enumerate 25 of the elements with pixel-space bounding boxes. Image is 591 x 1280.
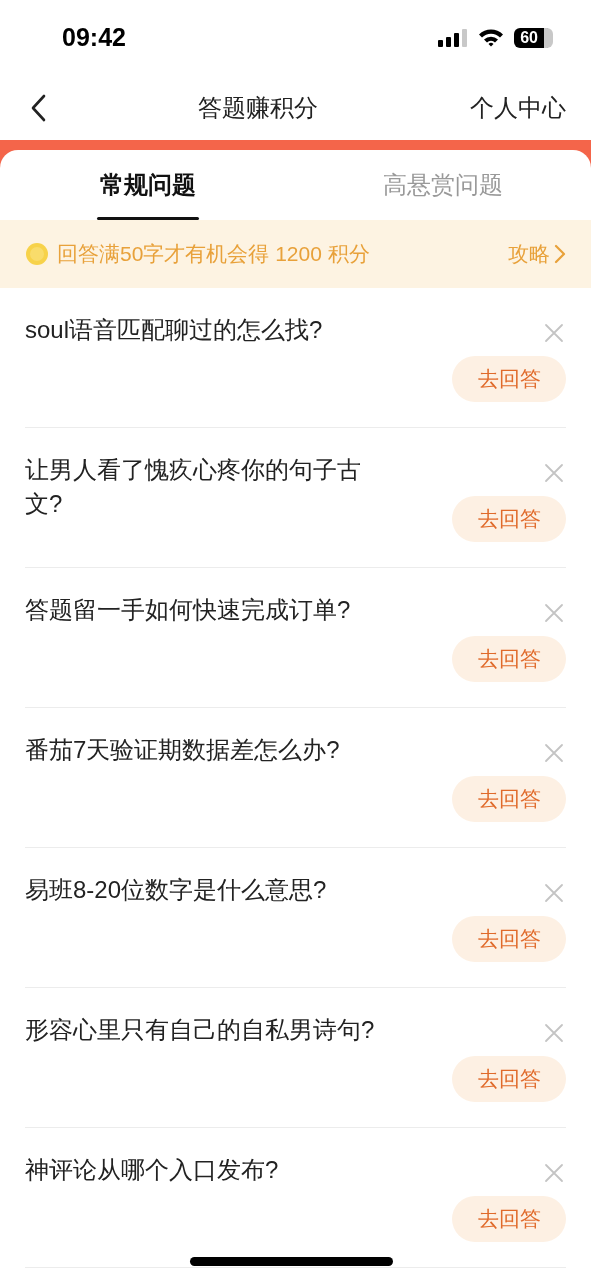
question-text[interactable]: 让男人看了愧疚心疼你的句子古文? xyxy=(25,453,387,521)
question-text[interactable]: 番茄7天验证期数据差怎么办? xyxy=(25,733,387,767)
question-text[interactable]: 形容心里只有自己的自私男诗句? xyxy=(25,1013,387,1047)
close-icon[interactable] xyxy=(544,1023,564,1043)
signal-icon xyxy=(438,28,469,47)
coin-icon xyxy=(25,242,49,266)
question-text[interactable]: soul语音匹配聊过的怎么找? xyxy=(25,313,387,347)
close-icon[interactable] xyxy=(544,743,564,763)
wifi-icon xyxy=(478,28,505,47)
profile-link[interactable]: 个人中心 xyxy=(470,91,566,124)
notice-text: 回答满50字才有机会得 1200 积分 xyxy=(57,241,371,267)
close-icon[interactable] xyxy=(544,883,564,903)
chevron-icon xyxy=(554,244,566,264)
question-text[interactable]: 神评论从哪个入口发布? xyxy=(25,1153,387,1187)
question-text[interactable]: 答题留一手如何快速完成订单? xyxy=(25,593,387,627)
tab[interactable]: 常规问题 xyxy=(0,150,296,220)
close-icon[interactable] xyxy=(544,603,564,623)
back-icon[interactable] xyxy=(30,93,46,122)
page-title: 答题赚积分 xyxy=(197,92,319,123)
close-icon[interactable] xyxy=(544,463,564,483)
close-icon[interactable] xyxy=(544,323,564,343)
status-time: 09:42 xyxy=(62,23,126,52)
close-icon[interactable] xyxy=(544,1163,564,1183)
question-text[interactable]: 易班8-20位数字是什么意思? xyxy=(25,873,387,907)
battery-level: 60 xyxy=(514,27,553,48)
